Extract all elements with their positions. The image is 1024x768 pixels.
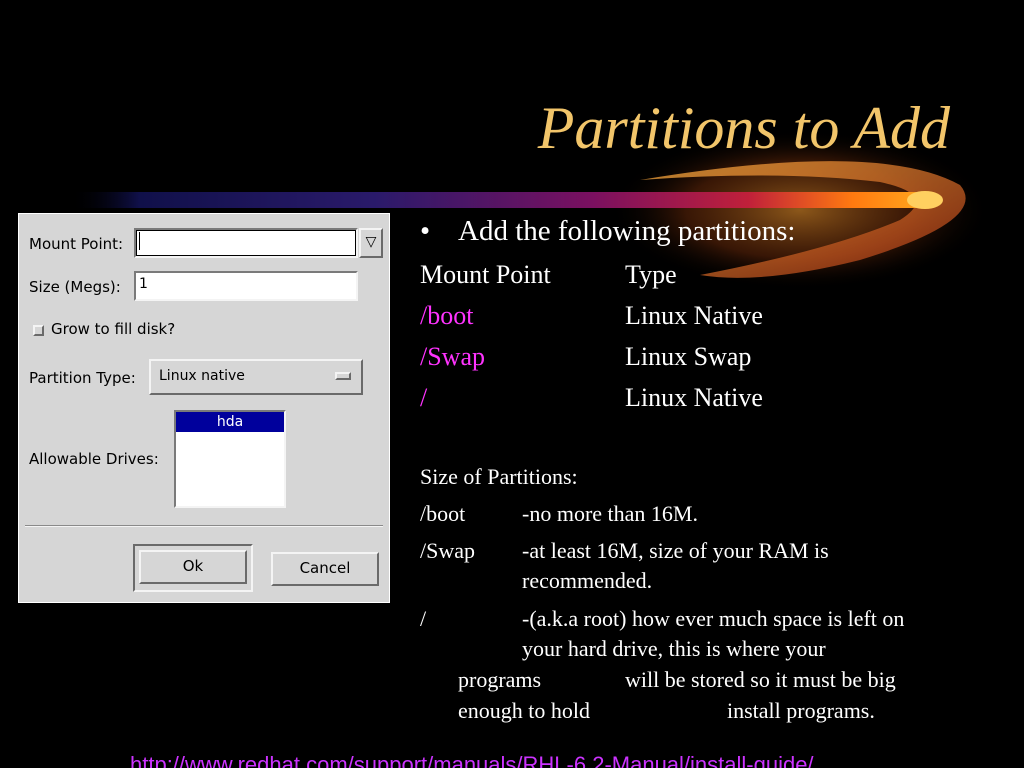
partition-type-label: Partition Type: [29, 369, 136, 387]
dialog-separator [25, 525, 383, 527]
size-mount: /Swap [420, 538, 475, 563]
partition-type-option-menu[interactable]: Linux native [149, 359, 363, 395]
size-continuation: programs [458, 667, 542, 692]
table-header-type: Type [625, 260, 677, 289]
partition-type: Linux Native [625, 383, 763, 412]
allowable-drives-list[interactable]: hda [174, 410, 286, 508]
grow-to-fill-label: Grow to fill disk? [51, 320, 176, 338]
allowable-drives-label: Allowable Drives: [29, 450, 159, 468]
size-input[interactable]: 1 [134, 271, 358, 301]
add-partition-dialog: Mount Point: ▽ Size (Megs): 1 Grow to fi… [18, 213, 390, 603]
grow-to-fill-checkbox[interactable] [33, 325, 44, 336]
drive-list-item-hda[interactable]: hda [176, 412, 284, 432]
mount-point-label: Mount Point: [29, 235, 124, 253]
partition-mount: / [420, 383, 428, 412]
partition-mount: /Swap [420, 342, 485, 371]
size-continuation: will be stored so it must be big [625, 667, 896, 692]
partition-type-value: Linux native [159, 368, 245, 384]
table-header-mount: Mount Point [420, 260, 551, 289]
size-description: your hard drive, this is where your [522, 636, 826, 661]
reference-url-link[interactable]: http://www.redhat.com/support/manuals/RH… [130, 752, 814, 768]
size-continuation: install programs. [727, 698, 875, 723]
bullet-text: Add the following partitions: [458, 215, 796, 247]
partition-type: Linux Native [625, 301, 763, 330]
slide-title: Partitions to Add [537, 95, 950, 161]
partition-mount: /boot [420, 301, 474, 330]
ok-button[interactable]: Ok [139, 550, 247, 584]
size-continuation: enough to hold [458, 698, 590, 723]
mount-point-input[interactable] [134, 228, 358, 258]
size-description: -no more than 16M. [522, 501, 698, 526]
mount-point-dropdown-button[interactable]: ▽ [359, 228, 383, 258]
sizes-heading: Size of Partitions: [420, 464, 578, 489]
cancel-button[interactable]: Cancel [271, 552, 379, 586]
size-description: -(a.k.a root) how ever much space is lef… [522, 606, 905, 631]
size-mount: / [420, 606, 427, 631]
size-mount: /boot [420, 501, 466, 526]
slide: Partitions to Add Mount Point: ▽ Size (M… [0, 0, 1024, 768]
option-menu-indicator-icon [335, 372, 351, 380]
text-caret [139, 232, 140, 250]
bullet-marker: • [420, 215, 431, 247]
size-label: Size (Megs): [29, 278, 121, 296]
partition-type: Linux Swap [625, 342, 752, 371]
chevron-down-icon: ▽ [365, 234, 377, 250]
size-description: -at least 16M, size of your RAM is [522, 538, 829, 563]
size-description: recommended. [522, 568, 653, 593]
